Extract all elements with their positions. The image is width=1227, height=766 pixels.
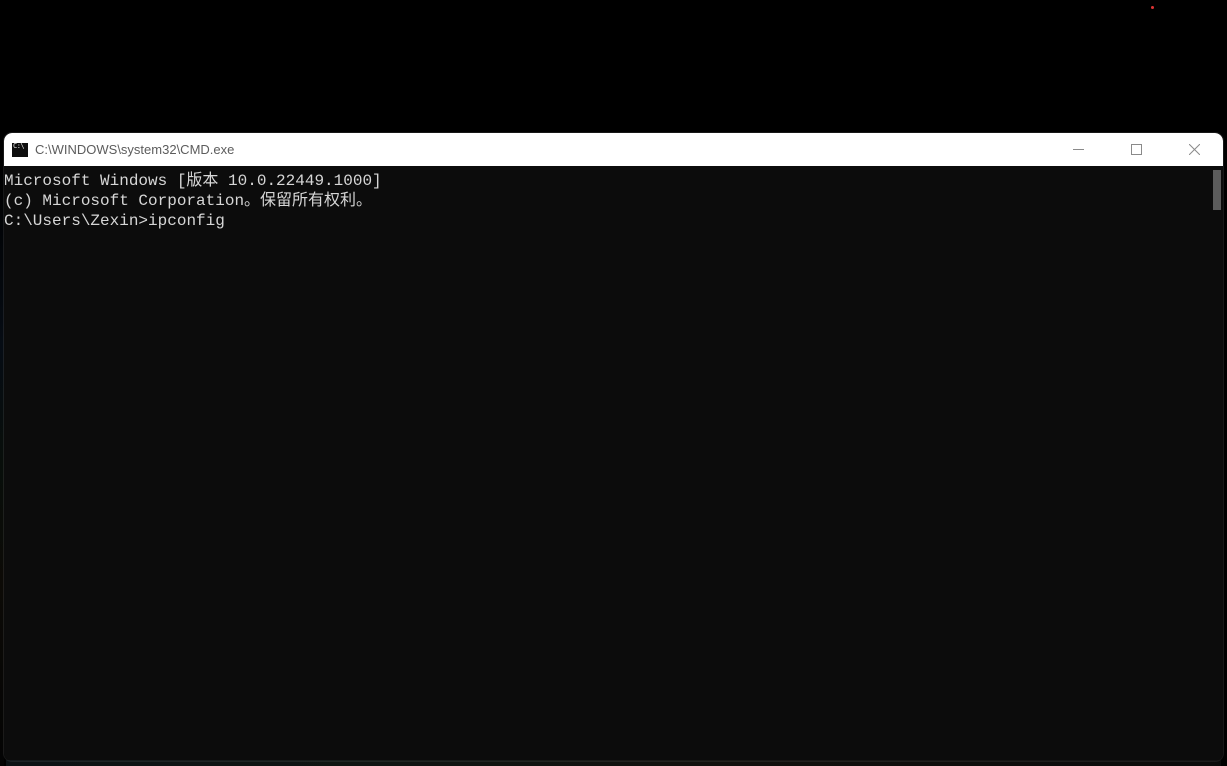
prompt-text: C:\Users\Zexin> [4, 212, 148, 230]
close-button[interactable] [1165, 133, 1223, 166]
red-indicator-dot [1151, 6, 1154, 9]
desktop-bottom-edge [6, 760, 1221, 766]
terminal-output-line: Microsoft Windows [版本 10.0.22449.1000] [4, 171, 1223, 191]
scrollbar-thumb[interactable] [1213, 170, 1221, 210]
minimize-icon [1073, 144, 1084, 155]
terminal-prompt-line: C:\Users\Zexin>ipconfig [4, 211, 1223, 231]
terminal-body[interactable]: Microsoft Windows [版本 10.0.22449.1000] (… [4, 166, 1223, 761]
maximize-icon [1131, 144, 1142, 155]
window-controls [1049, 133, 1223, 166]
cmd-icon [12, 143, 28, 157]
title-bar[interactable]: C:\WINDOWS\system32\CMD.exe [4, 133, 1223, 166]
close-icon [1189, 144, 1200, 155]
window-title: C:\WINDOWS\system32\CMD.exe [35, 142, 234, 157]
terminal-output-line: (c) Microsoft Corporation。保留所有权利。 [4, 191, 1223, 211]
command-text: ipconfig [148, 212, 225, 230]
maximize-button[interactable] [1107, 133, 1165, 166]
minimize-button[interactable] [1049, 133, 1107, 166]
cmd-window: C:\WINDOWS\system32\CMD.exe Microsoft Wi [4, 133, 1223, 761]
